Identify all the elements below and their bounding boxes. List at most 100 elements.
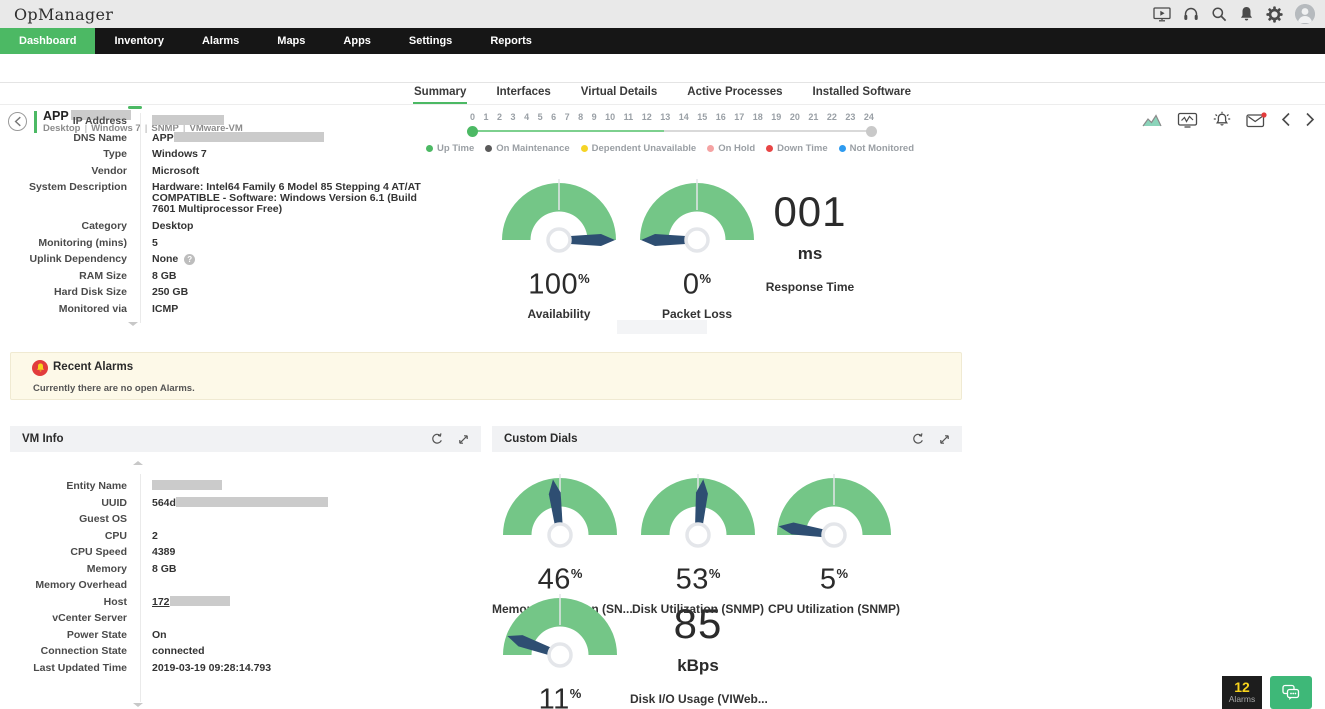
performance-graph-icon[interactable] (1141, 112, 1163, 128)
timeline-hour-tick: 7 (565, 112, 570, 122)
alarms-count: 12 (1222, 679, 1262, 695)
info-label: Vendor (0, 163, 127, 180)
timeline-hour-tick: 14 (679, 112, 689, 122)
scroll-down-icon[interactable] (133, 703, 143, 707)
refresh-icon[interactable] (912, 433, 924, 445)
disk-utilization-snmp-gauge: 53%Disk Utilization (SNMP) (630, 473, 766, 616)
info-row: Guest OS (10, 511, 470, 528)
info-label: Host (10, 594, 127, 611)
vm-info-title: VM Info (22, 433, 64, 445)
scroll-down-icon[interactable] (128, 322, 138, 326)
mail-icon[interactable] (1246, 112, 1267, 128)
main-nav: DashboardInventoryAlarmsMapsAppsSettings… (0, 28, 1325, 54)
info-value: APP (152, 130, 432, 147)
user-avatar[interactable] (1295, 4, 1315, 24)
legend-label: Up Time (437, 143, 474, 154)
divider (140, 113, 141, 323)
device-monitor-icon[interactable] (1177, 112, 1198, 128)
info-row: Hard Disk Size250 GB (0, 284, 440, 301)
tab-interfaces[interactable]: Interfaces (495, 83, 551, 104)
tab-virtual-details[interactable]: Virtual Details (580, 83, 659, 104)
vm-info-header: VM Info (10, 426, 481, 452)
presentation-icon[interactable] (1153, 6, 1171, 22)
timeline-hour-tick: 22 (827, 112, 837, 122)
slider-end-knob[interactable] (866, 126, 877, 137)
info-value: 2019-03-19 09:28:14.793 (152, 660, 432, 677)
timeline-hour-tick: 12 (642, 112, 652, 122)
info-value: connected (152, 643, 432, 660)
timeline-hour-tick: 4 (524, 112, 529, 122)
response-time-value: 001 (742, 190, 878, 234)
info-label: Monitored via (0, 301, 127, 318)
info-label: vCenter Server (10, 610, 127, 627)
nav-item-reports[interactable]: Reports (471, 28, 551, 54)
nav-item-settings[interactable]: Settings (390, 28, 471, 54)
tab-active-processes[interactable]: Active Processes (686, 83, 783, 104)
timeline-hour-tick: 11 (624, 112, 634, 122)
expand-icon[interactable] (939, 434, 950, 445)
help-icon[interactable]: ? (184, 254, 195, 265)
info-value: 564d (152, 495, 432, 512)
legend-label: Down Time (777, 143, 828, 154)
tab-summary[interactable]: Summary (413, 83, 467, 104)
info-label: CPU (10, 528, 127, 545)
legend-label: On Maintenance (496, 143, 569, 154)
refresh-icon[interactable] (431, 433, 443, 445)
info-value-link[interactable]: 172 (152, 596, 170, 608)
redacted-text (176, 497, 328, 507)
gauge-value: 46% (492, 559, 628, 595)
info-row: Host 172 (10, 594, 470, 611)
scroll-indicator[interactable] (128, 106, 142, 109)
info-row: System DescriptionHardware: Intel64 Fami… (0, 179, 440, 218)
chevron-left-icon[interactable] (1281, 112, 1291, 127)
info-row: Power StateOn (10, 627, 470, 644)
nav-item-apps[interactable]: Apps (324, 28, 390, 54)
headset-icon[interactable] (1183, 6, 1199, 22)
topbar: OpManager (0, 0, 1325, 28)
info-value-text: 4389 (152, 546, 175, 558)
gauge-value: 53% (630, 559, 766, 595)
info-label: DNS Name (0, 130, 127, 147)
timeline-hour-tick: 5 (538, 112, 543, 122)
alarm-test-icon[interactable] (1212, 111, 1232, 128)
timeline-slider[interactable] (472, 130, 872, 132)
notifications-bell-icon[interactable] (1239, 6, 1254, 22)
info-row: UUID564d (10, 495, 470, 512)
custom-dials-header: Custom Dials (492, 426, 962, 452)
info-label: Category (0, 218, 127, 235)
scroll-up-icon[interactable] (133, 461, 143, 465)
info-value-text: 250 GB (152, 286, 188, 298)
nav-item-dashboard[interactable]: Dashboard (0, 28, 95, 54)
nav-item-inventory[interactable]: Inventory (95, 28, 183, 54)
info-value: 5 (152, 235, 432, 252)
search-icon[interactable] (1211, 6, 1227, 22)
tab-installed-software[interactable]: Installed Software (812, 83, 912, 104)
settings-gear-icon[interactable] (1266, 6, 1283, 23)
info-value (152, 478, 432, 495)
info-row: Monitored via ICMP (0, 301, 440, 318)
timeline-hour-tick: 2 (497, 112, 502, 122)
info-label: Type (0, 146, 127, 163)
recent-alarms-title: Recent Alarms (53, 361, 133, 373)
gauge-value: 11% (492, 679, 628, 709)
redacted-text (174, 132, 324, 142)
chevron-right-icon[interactable] (1305, 112, 1315, 127)
device-header: APP Desktop|Windows 7|SNMP|VMware-VM (0, 54, 1325, 83)
nav-item-maps[interactable]: Maps (258, 28, 324, 54)
divider (140, 474, 141, 702)
expand-icon[interactable] (458, 434, 469, 445)
info-row: Connection State connected (10, 643, 470, 660)
info-label: Last Updated Time (10, 660, 127, 677)
slider-start-knob[interactable] (467, 126, 478, 137)
info-label: Connection State (10, 643, 127, 660)
legend-label: On Hold (718, 143, 755, 154)
timeline-hour-tick: 24 (864, 112, 874, 122)
info-row: VendorMicrosoft (0, 163, 440, 180)
gauge-dial (772, 473, 896, 551)
alarms-count-badge[interactable]: 12 Alarms (1222, 676, 1262, 709)
cpu-utilization-viweb-gauge: 11%CPU Utilization (VIWeb... (492, 593, 628, 709)
info-value: ICMP (152, 301, 432, 318)
info-row: RAM Size8 GB (0, 268, 440, 285)
chat-button[interactable] (1270, 676, 1312, 709)
nav-item-alarms[interactable]: Alarms (183, 28, 258, 54)
